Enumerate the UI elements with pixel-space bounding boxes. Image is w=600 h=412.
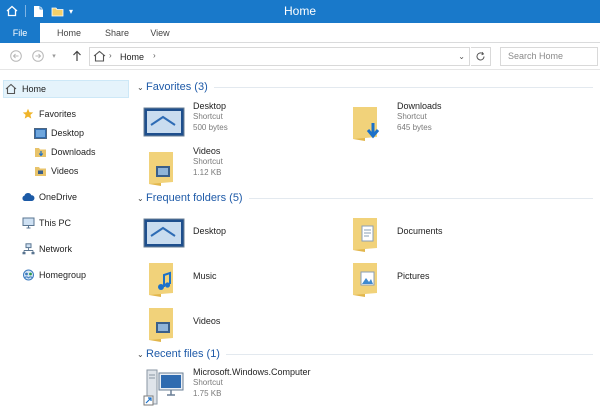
network-icon bbox=[21, 242, 35, 256]
address-home-icon bbox=[93, 50, 106, 64]
computer-shortcut-icon bbox=[143, 367, 185, 409]
nav-item-downloads[interactable]: Downloads bbox=[33, 143, 96, 161]
downloads-folder-icon bbox=[33, 145, 47, 159]
desktop-icon bbox=[143, 212, 185, 254]
tile-type: Shortcut bbox=[193, 112, 223, 121]
group-title: Favorites (3) bbox=[146, 81, 208, 93]
breadcrumb-home[interactable]: Home bbox=[120, 52, 144, 62]
tile-frequent-desktop[interactable]: Desktop bbox=[143, 212, 343, 254]
tile-favorite-videos[interactable]: Videos Shortcut 1.12 KB bbox=[143, 146, 343, 188]
videos-folder-icon bbox=[143, 146, 185, 188]
group-title: Frequent folders (5) bbox=[146, 192, 243, 204]
tab-file[interactable]: File bbox=[0, 23, 40, 43]
tile-name: Desktop bbox=[193, 101, 227, 111]
nav-item-home[interactable]: Home bbox=[3, 80, 129, 98]
tab-home[interactable]: Home bbox=[50, 23, 88, 43]
group-header-recent-files[interactable]: ⌄ Recent files (1) bbox=[137, 346, 593, 362]
address-dropdown-icon[interactable]: ⌄ bbox=[458, 52, 465, 61]
nav-item-favorites[interactable]: Favorites bbox=[21, 105, 76, 123]
address-bar[interactable]: › Home › ⌄ bbox=[89, 47, 470, 66]
desktop-icon bbox=[33, 126, 47, 140]
home-icon bbox=[4, 82, 18, 96]
nav-homegroup-label: Homegroup bbox=[39, 270, 87, 280]
tile-type: Shortcut bbox=[193, 157, 223, 166]
ribbon-tabs: File Home Share View bbox=[0, 23, 600, 43]
tile-favorite-desktop[interactable]: Desktop Shortcut 500 bytes bbox=[143, 101, 343, 143]
tile-name: Downloads bbox=[397, 101, 442, 111]
tile-recent-file[interactable]: Microsoft.Windows.Computer Shortcut 1.75… bbox=[143, 367, 403, 409]
tile-size: 645 bytes bbox=[397, 123, 432, 132]
tab-share[interactable]: Share bbox=[98, 23, 136, 43]
tile-frequent-documents[interactable]: Documents bbox=[347, 212, 547, 254]
nav-videos-label: Videos bbox=[51, 166, 79, 176]
forward-button[interactable] bbox=[30, 48, 46, 64]
collapse-chevron-icon[interactable]: ⌄ bbox=[137, 83, 146, 92]
window-title: Home bbox=[283, 4, 316, 18]
collapse-chevron-icon[interactable]: ⌄ bbox=[137, 350, 146, 359]
documents-folder-icon bbox=[347, 212, 389, 254]
group-header-frequent-folders[interactable]: ⌄ Frequent folders (5) bbox=[137, 190, 593, 206]
music-folder-icon bbox=[143, 257, 185, 299]
tile-name: Videos bbox=[193, 316, 221, 326]
group-divider bbox=[248, 197, 593, 199]
navigation-pane: Home Favorites Desktop Downloads Videos … bbox=[0, 71, 133, 412]
star-icon bbox=[21, 107, 35, 121]
tile-favorite-downloads[interactable]: Downloads Shortcut 645 bytes bbox=[347, 101, 547, 143]
nav-network-label: Network bbox=[39, 244, 73, 254]
group-header-favorites[interactable]: ⌄ Favorites (3) bbox=[137, 79, 593, 95]
pictures-folder-icon bbox=[347, 257, 389, 299]
tile-name: Music bbox=[193, 271, 217, 281]
tile-name: Desktop bbox=[193, 226, 227, 236]
up-button[interactable] bbox=[69, 48, 85, 64]
tile-frequent-music[interactable]: Music bbox=[143, 257, 343, 299]
nav-item-network[interactable]: Network bbox=[21, 240, 72, 258]
videos-folder-icon bbox=[143, 302, 185, 344]
tile-size: 1.75 KB bbox=[193, 389, 222, 398]
computer-icon bbox=[21, 216, 35, 230]
tile-name: Documents bbox=[397, 226, 443, 236]
group-title: Recent files (1) bbox=[146, 348, 220, 360]
tile-name: Microsoft.Windows.Computer bbox=[193, 367, 311, 377]
nav-downloads-label: Downloads bbox=[51, 147, 96, 157]
nav-item-homegroup[interactable]: Homegroup bbox=[21, 266, 86, 284]
tile-frequent-pictures[interactable]: Pictures bbox=[347, 257, 547, 299]
tile-type: Shortcut bbox=[193, 378, 223, 387]
nav-desktop-label: Desktop bbox=[51, 128, 85, 138]
cloud-icon bbox=[21, 190, 35, 204]
tab-view[interactable]: View bbox=[142, 23, 178, 43]
nav-onedrive-label: OneDrive bbox=[39, 192, 78, 202]
breadcrumb-separator-icon: › bbox=[109, 51, 112, 60]
search-input[interactable]: Search Home bbox=[500, 47, 598, 66]
content-pane: ⌄ Favorites (3) Desktop Shortcut 500 byt… bbox=[133, 71, 600, 412]
tile-size: 500 bytes bbox=[193, 123, 228, 132]
refresh-button[interactable] bbox=[471, 47, 491, 66]
breadcrumb-separator-icon: › bbox=[153, 51, 156, 60]
recent-locations-chevron-icon[interactable]: ▾ bbox=[49, 48, 59, 64]
videos-folder-icon bbox=[33, 164, 47, 178]
nav-item-desktop[interactable]: Desktop bbox=[33, 124, 84, 142]
nav-home-label: Home bbox=[22, 84, 47, 94]
nav-favorites-label: Favorites bbox=[39, 109, 77, 119]
tile-size: 1.12 KB bbox=[193, 168, 222, 177]
address-row: ▾ › Home › ⌄ Search Home bbox=[0, 43, 600, 70]
nav-item-this-pc[interactable]: This PC bbox=[21, 214, 71, 232]
homegroup-icon bbox=[21, 268, 35, 282]
tile-type: Shortcut bbox=[397, 112, 427, 121]
desktop-icon bbox=[143, 101, 185, 143]
collapse-chevron-icon[interactable]: ⌄ bbox=[137, 194, 146, 203]
downloads-folder-icon bbox=[347, 101, 389, 143]
tile-name: Pictures bbox=[397, 271, 430, 281]
back-button[interactable] bbox=[8, 48, 24, 64]
group-divider bbox=[213, 86, 593, 88]
nav-item-videos[interactable]: Videos bbox=[33, 162, 78, 180]
tile-frequent-videos[interactable]: Videos bbox=[143, 302, 343, 344]
nav-this-pc-label: This PC bbox=[39, 218, 72, 228]
group-divider bbox=[225, 353, 593, 355]
title-bar: ▾ Home bbox=[0, 0, 600, 23]
nav-item-onedrive[interactable]: OneDrive bbox=[21, 188, 77, 206]
tile-name: Videos bbox=[193, 146, 221, 156]
